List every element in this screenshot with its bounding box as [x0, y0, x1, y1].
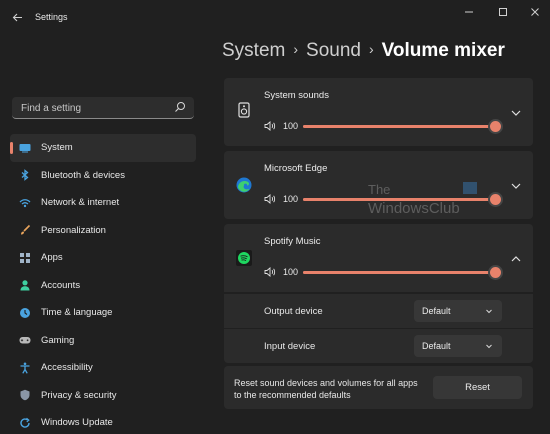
reset-button[interactable]: Reset — [433, 376, 522, 399]
input-device-row: Input device Default — [224, 329, 533, 363]
gamepad-icon — [19, 334, 31, 346]
app-title: Settings — [35, 12, 68, 22]
app-card-spotify-music: Spotify Music 100 — [224, 224, 533, 292]
close-icon — [531, 8, 539, 16]
sidebar-item-bluetooth-devices[interactable]: Bluetooth & devices — [10, 162, 196, 190]
app-card-system-sounds: System sounds 100 — [224, 78, 533, 146]
sidebar-item-label: Time & language — [41, 307, 113, 319]
back-button[interactable] — [8, 8, 26, 26]
sidebar-item-label: Network & internet — [41, 197, 120, 209]
search-input[interactable] — [19, 100, 173, 117]
accessibility-icon — [19, 362, 31, 374]
speaker-device-icon — [238, 102, 250, 118]
system-icon — [19, 142, 31, 154]
windowsclub-watermark: The WindowsClub — [368, 182, 477, 217]
watermark-logo-icon — [463, 182, 477, 194]
chevron-down-icon — [486, 344, 492, 349]
reset-card: Reset sound devices and volumes for all … — [224, 366, 533, 409]
sidebar-item-accessibility[interactable]: Accessibility — [10, 354, 196, 382]
search-box[interactable] — [12, 97, 194, 119]
maximize-icon — [499, 8, 507, 16]
watermark-line2: WindowsClub — [368, 200, 460, 217]
sidebar-item-label: Privacy & security — [41, 389, 117, 401]
speaker-icon[interactable] — [264, 266, 276, 278]
app-name: Spotify Music — [264, 236, 321, 247]
sidebar-item-label: Accounts — [41, 279, 81, 291]
chevron-down-icon[interactable] — [509, 106, 523, 120]
back-arrow-icon — [12, 13, 22, 21]
sidebar-item-accounts[interactable]: Accounts — [10, 272, 196, 300]
sidebar-item-label: Apps — [41, 252, 63, 264]
chevron-down-icon — [486, 309, 492, 314]
volume-slider[interactable] — [303, 267, 501, 278]
sidebar-item-personalization[interactable]: Personalization — [10, 217, 196, 245]
volume-slider[interactable] — [303, 121, 501, 132]
volume-row: 100 — [264, 119, 504, 133]
bluetooth-icon — [19, 169, 31, 182]
sidebar-item-label: Windows Update — [41, 417, 113, 429]
paintbrush-icon — [19, 224, 31, 236]
close-button[interactable] — [520, 4, 550, 20]
speaker-icon[interactable] — [264, 193, 276, 205]
reset-description: Reset sound devices and volumes for all … — [234, 378, 418, 400]
sidebar-item-time-language[interactable]: Time & language — [10, 299, 196, 327]
input-device-dropdown[interactable]: Default — [414, 335, 502, 357]
maximize-button[interactable] — [488, 4, 518, 20]
volume-slider-fill — [303, 271, 495, 274]
shield-icon — [19, 389, 31, 401]
watermark-line1: The — [368, 182, 390, 197]
sidebar-item-apps[interactable]: Apps — [10, 244, 196, 272]
output-device-row: Output device Default — [224, 294, 533, 328]
sidebar-item-network-internet[interactable]: Network & internet — [10, 189, 196, 217]
update-icon — [19, 417, 31, 429]
volume-slider-fill — [303, 125, 495, 128]
chevron-down-icon[interactable] — [509, 179, 523, 193]
app-name: Microsoft Edge — [264, 163, 328, 174]
sidebar-item-privacy-security[interactable]: Privacy & security — [10, 382, 196, 410]
output-device-label: Output device — [264, 306, 323, 317]
spotify-icon — [236, 250, 252, 266]
breadcrumb: System › Sound › Volume mixer — [222, 40, 505, 62]
volume-value: 100 — [283, 267, 299, 277]
volume-value: 100 — [283, 121, 299, 131]
globe-clock-icon — [19, 307, 31, 319]
volume-value: 100 — [283, 194, 299, 204]
volume-slider-thumb[interactable] — [489, 121, 501, 132]
sidebar-item-system[interactable]: System — [10, 134, 196, 162]
sidebar-item-windows-update[interactable]: Windows Update — [10, 409, 196, 434]
input-device-value: Default — [422, 341, 451, 351]
breadcrumb-separator: › — [293, 41, 299, 57]
speaker-icon[interactable] — [264, 120, 276, 132]
page-title: Volume mixer — [381, 40, 505, 61]
output-device-value: Default — [422, 306, 451, 316]
sidebar-item-label: System — [41, 142, 73, 154]
breadcrumb-system[interactable]: System — [222, 40, 285, 61]
apps-icon — [19, 252, 31, 264]
breadcrumb-sound[interactable]: Sound — [306, 40, 361, 61]
sidebar-item-label: Bluetooth & devices — [41, 169, 125, 181]
edge-icon — [236, 177, 252, 193]
input-device-label: Input device — [264, 341, 316, 352]
volume-row: 100 — [264, 265, 504, 279]
breadcrumb-separator: › — [368, 41, 374, 57]
app-name: System sounds — [264, 90, 329, 101]
output-device-dropdown[interactable]: Default — [414, 300, 502, 322]
person-icon — [19, 279, 31, 291]
chevron-up-icon[interactable] — [509, 252, 523, 266]
sidebar-item-label: Personalization — [41, 224, 106, 236]
title-bar: Settings — [0, 0, 550, 34]
minimize-button[interactable] — [454, 4, 484, 20]
search-icon[interactable] — [174, 101, 186, 113]
sidebar-item-gaming[interactable]: Gaming — [10, 327, 196, 355]
wifi-icon — [19, 197, 31, 209]
sidebar-nav: System Bluetooth & devices Network & int… — [10, 134, 196, 434]
sidebar-item-label: Gaming — [41, 334, 75, 346]
volume-slider-thumb[interactable] — [489, 267, 501, 278]
minimize-icon — [465, 11, 473, 13]
settings-window: Settings System Bluetooth & — [0, 0, 550, 434]
sidebar-item-label: Accessibility — [41, 362, 93, 374]
